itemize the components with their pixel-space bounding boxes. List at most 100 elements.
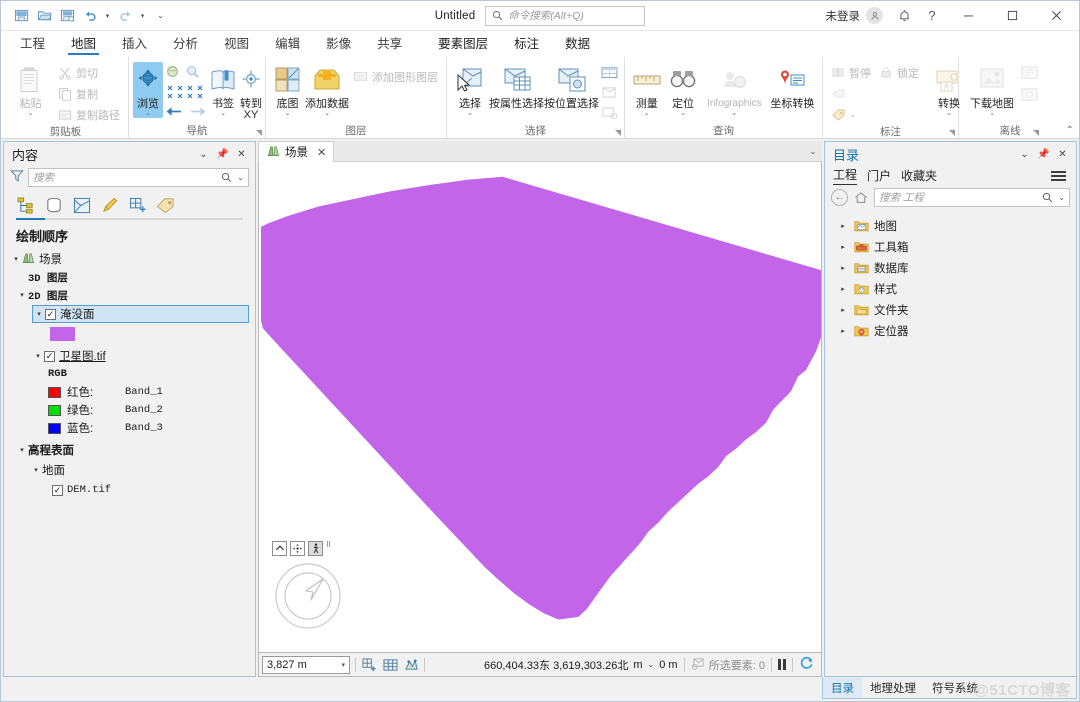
list-by-selection-icon[interactable]	[72, 196, 91, 215]
expand-arrow-icon[interactable]: ▸	[837, 222, 849, 230]
catalog-pin-icon[interactable]: 📌	[1037, 149, 1050, 160]
list-by-editing-icon[interactable]	[100, 196, 119, 215]
infographics-dropdown-icon[interactable]: ⌄	[731, 110, 737, 118]
expand-arrow-icon[interactable]: ▸	[837, 327, 849, 335]
zoom-corner-icons[interactable]	[165, 83, 205, 103]
map-view-tab-scene[interactable]: 场景 ✕	[258, 141, 335, 162]
ribbon-tab-share[interactable]: 共享	[364, 32, 415, 57]
basemap-button[interactable]: 底图 ⌄	[270, 62, 305, 118]
exploratory-analysis-icon[interactable]	[403, 657, 419, 673]
show-grid-icon[interactable]	[382, 657, 398, 673]
maximize-icon[interactable]	[991, 1, 1033, 30]
expand-arrow-icon[interactable]: ▾	[16, 446, 28, 454]
sync-icon[interactable]	[1021, 66, 1038, 83]
save-project-icon[interactable]	[11, 6, 31, 26]
label-more-button-1[interactable]	[827, 83, 923, 104]
label-more-button-2[interactable]: ⌄	[827, 104, 923, 125]
list-by-labeling-icon[interactable]	[156, 196, 175, 215]
catalog-item-toolboxes[interactable]: ▸ 工具箱	[825, 236, 1076, 257]
contents-search-input[interactable]: 搜索 ⌄	[28, 168, 249, 187]
toc-item-elevation-surfaces[interactable]: ▾ 高程表面	[4, 441, 255, 459]
full-control-nav-icon[interactable]: ⠿	[326, 541, 331, 549]
chevron-down-icon[interactable]: ⌄	[237, 173, 244, 182]
undo-icon[interactable]	[80, 6, 100, 26]
add-grid-icon[interactable]	[361, 657, 377, 673]
toc-item-3d-layers[interactable]: 3D 图层	[4, 268, 255, 286]
lock-labeling-button[interactable]: 锁定	[875, 62, 923, 83]
expand-arrow-icon[interactable]: ▾	[16, 291, 28, 299]
select-by-location-button[interactable]: 按位置选择	[544, 62, 599, 110]
bookmarks-dropdown-icon[interactable]: ⌄	[220, 110, 226, 118]
toc-band-blue[interactable]: 蓝色: Band_3	[4, 419, 255, 437]
satellite-layer-checkbox[interactable]: ✓	[44, 350, 55, 362]
collapse-nav-icon[interactable]	[272, 541, 287, 556]
previous-extent-icon[interactable]	[165, 105, 182, 121]
map-view-tab-close-icon[interactable]: ✕	[317, 146, 326, 159]
toc-item-ground[interactable]: ▾ 地面	[4, 461, 255, 479]
ribbon-tab-view[interactable]: 视图	[211, 32, 262, 57]
add-data-dropdown-icon[interactable]: ⌄	[324, 110, 330, 118]
collapse-ribbon-icon[interactable]: ⌃	[1066, 125, 1074, 136]
zoom-to-selection-icon[interactable]	[601, 86, 618, 102]
copy-path-button[interactable]: 复制路径	[54, 104, 124, 125]
locate-dropdown-icon[interactable]: ⌄	[680, 110, 686, 118]
redo-icon[interactable]	[115, 6, 135, 26]
measure-dropdown-icon[interactable]: ⌄	[644, 110, 650, 118]
bell-icon[interactable]	[891, 3, 917, 29]
catalog-close-icon[interactable]: ✕	[1056, 149, 1069, 160]
expand-arrow-icon[interactable]: ▾	[33, 310, 45, 318]
back-arrow-icon[interactable]: ←	[831, 189, 848, 206]
expand-arrow-icon[interactable]: ▸	[837, 306, 849, 314]
attribute-table-icon[interactable]	[601, 66, 618, 82]
scene-canvas[interactable]: ⠿	[258, 162, 822, 653]
red-band-swatch[interactable]	[48, 386, 61, 398]
catalog-menu-caret-icon[interactable]: ⌄	[1018, 149, 1031, 160]
map-tabs-chevron-down-icon[interactable]: ⌄	[804, 141, 822, 162]
coordinate-conversion-button[interactable]: 坐标转换	[767, 62, 818, 110]
expand-arrow-icon[interactable]: ▸	[837, 264, 849, 272]
toc-band-green[interactable]: 绿色: Band_2	[4, 401, 255, 419]
open-project-icon[interactable]	[34, 6, 54, 26]
paste-dropdown-icon[interactable]: ⌄	[28, 110, 34, 118]
next-extent-icon[interactable]	[190, 105, 207, 121]
pan-nav-icon[interactable]	[290, 541, 305, 556]
infographics-button[interactable]: Infographics ⌄	[702, 62, 767, 118]
scale-chevron-down-icon[interactable]: ▾	[341, 661, 345, 669]
undo-dropdown-icon[interactable]: ▾	[103, 12, 112, 20]
customize-qat-icon[interactable]: ⌄	[156, 11, 165, 20]
dock-tab-catalog[interactable]: 目录	[823, 677, 862, 698]
cut-button[interactable]: 剪切	[54, 62, 124, 83]
locate-button[interactable]: 定位 ⌄	[664, 62, 701, 118]
select-button[interactable]: 选择 ⌄	[451, 62, 489, 118]
catalog-tab-project[interactable]: 工程	[833, 166, 858, 185]
add-data-button[interactable]: 添加数据 ⌄	[305, 62, 349, 118]
contents-menu-caret-icon[interactable]: ⌄	[197, 149, 210, 160]
ribbon-tab-insert[interactable]: 插入	[109, 32, 160, 57]
labeling-dialog-launcher-icon[interactable]: ◥	[949, 128, 955, 137]
toc-item-scene[interactable]: ▾ 场景	[4, 250, 255, 268]
command-search-input[interactable]: 命令搜索(Alt+Q)	[485, 5, 646, 26]
ribbon-tab-labeling[interactable]: 标注	[501, 32, 552, 57]
flood-layer-swatch[interactable]	[50, 327, 75, 341]
question-icon[interactable]: ?	[919, 3, 945, 29]
map-scale-input[interactable]: 3,827 m ▾	[262, 655, 350, 674]
dock-tab-geoprocessing[interactable]: 地理处理	[862, 677, 924, 698]
bookmarks-button[interactable]: 书签 ⌄	[209, 62, 237, 118]
list-by-snapping-icon[interactable]	[128, 196, 147, 215]
ribbon-tab-edit[interactable]: 编辑	[262, 32, 313, 57]
ribbon-tab-feature-layer[interactable]: 要素图层	[425, 32, 501, 57]
catalog-item-styles[interactable]: ▸ 样式	[825, 278, 1076, 299]
catalog-item-maps[interactable]: ▸ 地图	[825, 215, 1076, 236]
selection-dialog-launcher-icon[interactable]: ◥	[615, 128, 621, 137]
pause-drawing-icon[interactable]	[778, 659, 786, 670]
convert-labels-dropdown-icon[interactable]: ⌄	[946, 110, 952, 118]
expand-arrow-icon[interactable]: ▾	[10, 255, 22, 263]
contents-pin-icon[interactable]: 📌	[216, 149, 229, 160]
toc-item-satellite-layer[interactable]: ▾ ✓ 卫星图.tif	[4, 347, 255, 365]
coordinates-chevron-down-icon[interactable]: ⌄	[648, 660, 655, 669]
hamburger-menu-icon[interactable]	[1051, 170, 1070, 181]
explore-dropdown-icon[interactable]: ⌄	[145, 110, 151, 118]
full-extent-icon[interactable]	[165, 64, 180, 82]
green-band-swatch[interactable]	[48, 404, 61, 416]
basemap-dropdown-icon[interactable]: ⌄	[285, 110, 291, 118]
